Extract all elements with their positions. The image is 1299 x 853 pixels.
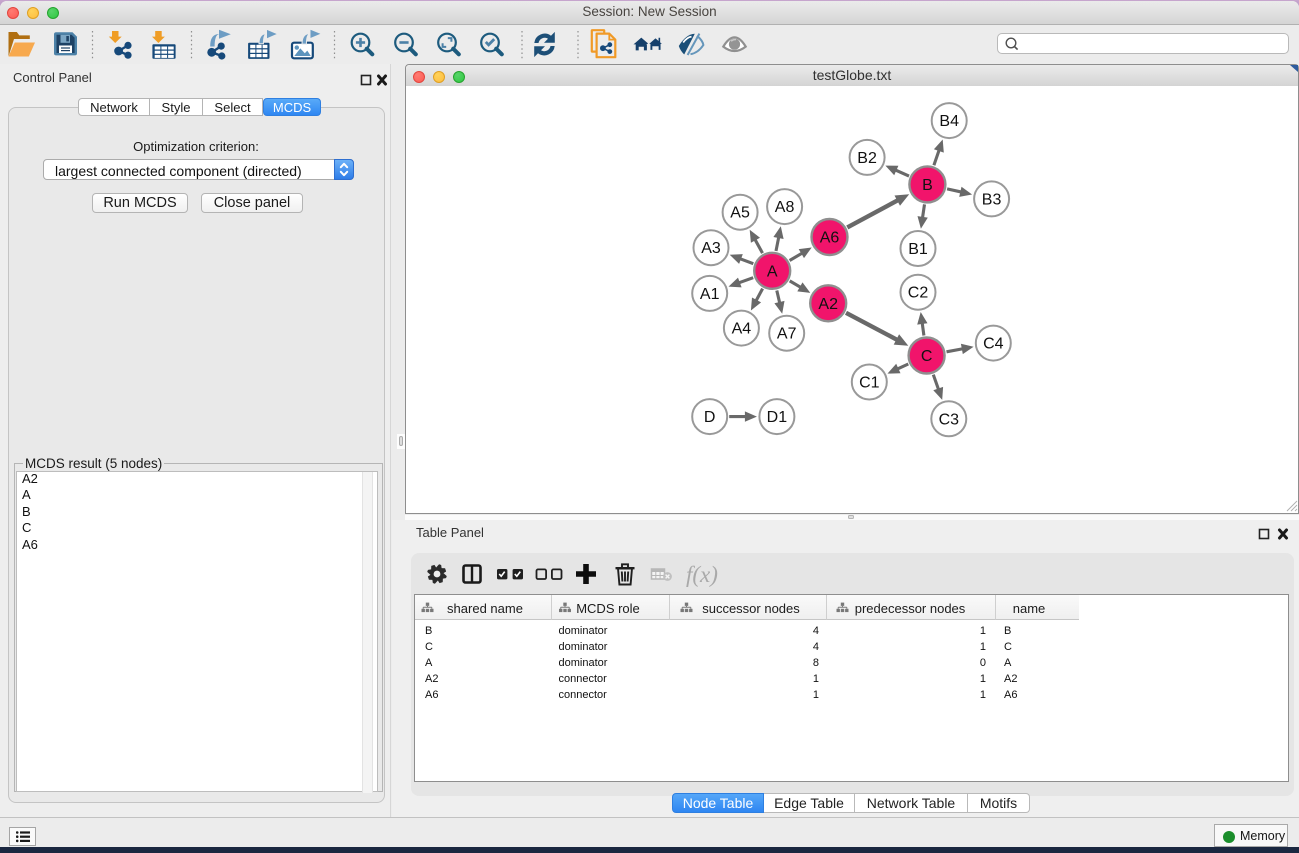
svg-text:A7: A7: [777, 326, 797, 343]
svg-text:A8: A8: [775, 199, 795, 216]
svg-text:A5: A5: [730, 205, 750, 222]
svg-text:A1: A1: [700, 286, 720, 303]
svg-text:f(x): f(x): [686, 562, 718, 587]
svg-text:C1: C1: [859, 375, 880, 392]
svg-text:B: B: [922, 177, 933, 194]
svg-text:B2: B2: [857, 150, 877, 167]
svg-text:C4: C4: [983, 336, 1004, 353]
svg-text:A6: A6: [820, 230, 840, 247]
svg-text:A4: A4: [732, 321, 752, 338]
svg-text:B1: B1: [908, 241, 928, 258]
svg-text:C2: C2: [908, 285, 929, 302]
svg-text:C3: C3: [939, 411, 960, 428]
svg-text:A: A: [767, 263, 778, 280]
svg-text:D: D: [704, 409, 716, 426]
svg-text:D1: D1: [767, 409, 788, 426]
svg-text:B4: B4: [939, 113, 959, 130]
svg-text:A2: A2: [818, 296, 838, 313]
svg-text:B3: B3: [982, 191, 1002, 208]
svg-text:C: C: [921, 348, 933, 365]
svg-text:A3: A3: [701, 240, 721, 257]
